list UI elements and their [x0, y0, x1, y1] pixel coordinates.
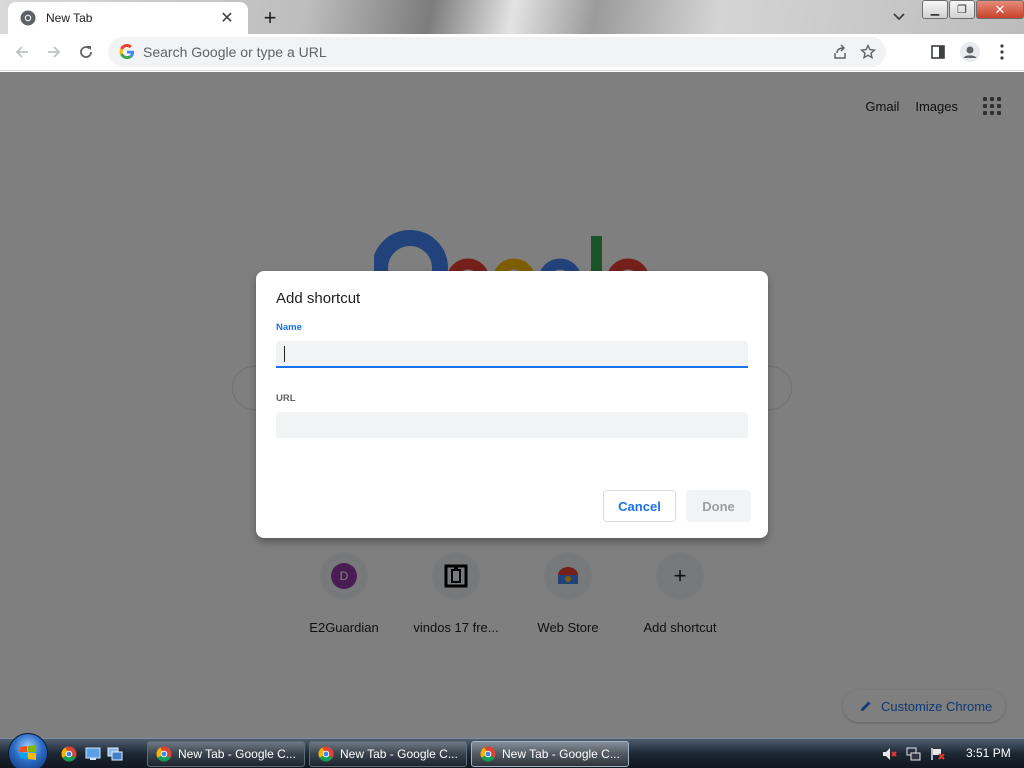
chevron-down-icon: [893, 13, 905, 21]
chrome-icon: [20, 10, 36, 26]
omnibox[interactable]: Search Google or type a URL: [108, 37, 886, 67]
side-panel-icon: [931, 45, 945, 59]
reload-button[interactable]: [72, 38, 100, 66]
network-icon[interactable]: [906, 746, 922, 762]
cancel-button[interactable]: Cancel: [603, 490, 676, 522]
tab-title: New Tab: [46, 11, 93, 25]
switch-windows-icon: [107, 747, 123, 761]
chrome-menu-button[interactable]: [988, 38, 1016, 66]
taskbar-item-label: New Tab - Google C...: [340, 747, 458, 761]
taskbar-item[interactable]: New Tab - Google C...: [147, 741, 305, 767]
window-controls: ▁ ❐ ✕: [922, 0, 1024, 20]
new-tab-button[interactable]: +: [258, 5, 282, 30]
browser-toolbar: Search Google or type a URL: [0, 34, 1024, 71]
google-g-icon: [119, 44, 134, 59]
browser-titlebar: New Tab ✕ + ▁ ❐ ✕: [0, 0, 1024, 34]
name-input[interactable]: [276, 341, 748, 368]
taskbar-item-label: New Tab - Google C...: [178, 747, 296, 761]
action-center-flag-icon[interactable]: [930, 746, 946, 762]
back-button[interactable]: [8, 38, 36, 66]
share-icon: [834, 44, 846, 59]
plus-icon: +: [263, 5, 277, 30]
profile-icon: [960, 42, 980, 62]
tab-search-button[interactable]: [888, 6, 910, 28]
name-label: Name: [276, 322, 302, 333]
windows-start-icon: [20, 745, 36, 760]
back-arrow-icon: [15, 46, 28, 58]
quicklaunch-switch-windows[interactable]: [106, 745, 124, 763]
add-shortcut-dialog: Add shortcut Name URL Cancel Done: [256, 271, 768, 538]
forward-button[interactable]: [40, 38, 68, 66]
bookmark-button[interactable]: [854, 38, 882, 66]
done-button[interactable]: Done: [686, 490, 751, 522]
restore-button[interactable]: ❐: [949, 0, 975, 19]
dialog-title: Add shortcut: [276, 290, 361, 307]
share-button[interactable]: [826, 38, 854, 66]
profile-button[interactable]: [956, 38, 984, 66]
chrome-icon: [156, 746, 172, 762]
desktop-icon: [85, 747, 101, 760]
kebab-menu-icon: [1000, 44, 1004, 60]
reload-icon: [80, 46, 92, 58]
window-close-button[interactable]: ✕: [976, 0, 1024, 19]
system-clock[interactable]: 3:51 PM: [966, 746, 1011, 760]
tab-new-tab[interactable]: New Tab ✕: [8, 2, 248, 34]
quicklaunch-show-desktop[interactable]: [84, 745, 102, 763]
forward-arrow-icon: [48, 46, 61, 58]
chrome-icon: [480, 746, 496, 762]
chrome-icon: [61, 746, 77, 762]
taskbar-item[interactable]: New Tab - Google C...: [309, 741, 467, 767]
star-icon: [860, 44, 876, 59]
taskbar-item-active[interactable]: New Tab - Google C...: [471, 741, 629, 767]
text-caret: [284, 345, 285, 362]
chrome-icon: [318, 746, 334, 762]
close-icon[interactable]: ✕: [218, 9, 236, 27]
volume-muted-icon[interactable]: [882, 746, 898, 762]
url-label: URL: [276, 393, 296, 404]
taskbar-item-label: New Tab - Google C...: [502, 747, 620, 761]
start-button[interactable]: [8, 733, 48, 768]
url-input[interactable]: [276, 412, 748, 438]
omnibox-input[interactable]: Search Google or type a URL: [143, 44, 826, 60]
side-panel-button[interactable]: [924, 38, 952, 66]
minimize-button[interactable]: ▁: [922, 0, 948, 19]
quicklaunch-chrome[interactable]: [60, 745, 78, 763]
windows-taskbar: New Tab - Google C... New Tab - Google C…: [0, 733, 1024, 768]
